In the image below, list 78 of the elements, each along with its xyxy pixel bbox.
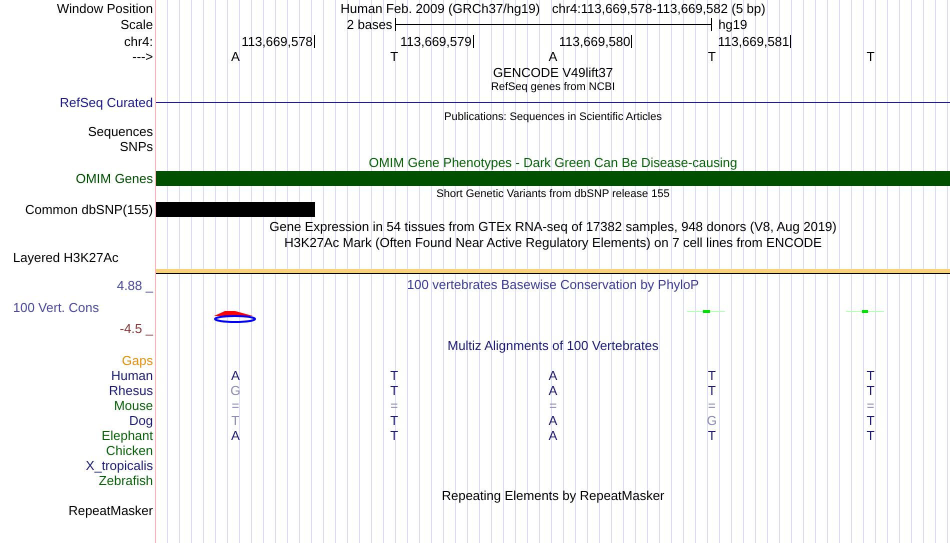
- track-label: Layered H3K27Ac: [12, 251, 119, 264]
- position-title: chr4:113,669,578-113,669,582 (5 bp): [552, 2, 766, 14]
- aligned-base: A: [548, 369, 558, 382]
- aligned-base: T: [708, 384, 716, 397]
- track-label: Scale: [120, 18, 154, 31]
- coordinate-label: 113,669,580: [559, 34, 630, 48]
- aligned-base: A: [231, 429, 240, 442]
- assembly-title: Human Feb. 2009 (GRCh37/hg19): [340, 2, 540, 14]
- conservation-peak-drawing: [213, 310, 258, 324]
- aligned-base: T: [866, 384, 875, 397]
- aligned-base: G: [706, 414, 717, 427]
- aligned-base: T: [390, 429, 398, 442]
- aligned-base: T: [866, 429, 875, 442]
- track-title: Publications: Sequences in Scientific Articles: [444, 112, 662, 122]
- track-title: 100 vertebrates Basewise Conservation by PhyloP: [407, 278, 699, 291]
- aligned-base: T: [390, 384, 398, 397]
- conservation-tick-drawing: [686, 310, 725, 313]
- aligned-base: T: [866, 414, 875, 427]
- track-label: Zebrafish: [98, 474, 154, 487]
- coordinate-label: 113,669,579: [400, 34, 472, 48]
- track-label: SNPs: [120, 140, 154, 153]
- conservation-tick-drawing: [846, 310, 884, 313]
- aligned-base: T: [708, 429, 716, 442]
- track-title: Short Genetic Variants from dbSNP release 155: [436, 188, 670, 200]
- ruler-tick: [790, 34, 792, 48]
- track-label: Sequences: [88, 125, 154, 138]
- aligned-base: A: [548, 429, 558, 442]
- track-title: OMIM Gene Phenotypes - Dark Green Can Be Disease-causing: [368, 156, 738, 168]
- scale-text: 2 bases: [346, 18, 392, 31]
- aligned-base: =: [549, 399, 557, 412]
- aligned-base: T: [708, 369, 716, 382]
- track-label: Common dbSNP(155): [25, 203, 154, 216]
- aligned-base: =: [390, 399, 398, 412]
- track-label: Elephant: [102, 429, 154, 442]
- axis-min-label: -4.5 _: [120, 322, 154, 335]
- track-label: RepeatMasker: [68, 504, 154, 517]
- database-label: hg19: [718, 18, 748, 31]
- ruler-tick: [314, 34, 315, 48]
- aligned-base: A: [231, 369, 240, 382]
- coordinate-label: 113,669,578: [241, 34, 313, 48]
- ruler-tick: [631, 34, 632, 48]
- coordinate-label: 113,669,581: [718, 34, 790, 48]
- ruler-tick: [472, 34, 474, 48]
- axis-max-label: 4.88 _: [116, 279, 154, 292]
- aligned-base: T: [390, 369, 398, 382]
- track-title: GENCODE V49lift37: [493, 66, 613, 78]
- base-letter: T: [866, 50, 875, 63]
- base-letter: T: [390, 50, 398, 63]
- base-letter: T: [708, 50, 716, 63]
- aligned-base: T: [866, 369, 875, 382]
- aligned-base: =: [708, 399, 716, 412]
- track-label: Dog: [129, 414, 154, 427]
- track-title: Repeating Elements by RepeatMasker: [442, 489, 664, 502]
- track-label: Window Position: [56, 2, 154, 14]
- track-title: H3K27Ac Mark (Often Found Near Active Regulatory Elements) on 7 cell lines from ENCODE: [284, 236, 822, 248]
- aligned-base: A: [548, 384, 558, 397]
- track-label: Chicken: [106, 444, 154, 457]
- base-letter: A: [548, 50, 558, 63]
- base-letter: A: [231, 50, 240, 63]
- aligned-base: =: [232, 399, 240, 412]
- aligned-base: =: [866, 399, 874, 412]
- aligned-base: A: [548, 414, 558, 427]
- aligned-base: G: [230, 384, 240, 397]
- track-label: OMIM Genes: [76, 172, 154, 185]
- track-label: Rhesus: [108, 384, 154, 397]
- track-label: 100 Vert. Cons: [12, 300, 99, 314]
- track-label: chr4:: [124, 34, 154, 48]
- track-label: Human: [111, 369, 154, 382]
- track-title: RefSeq genes from NCBI: [490, 82, 616, 92]
- track-title: Multiz Alignments of 100 Vertebrates: [447, 338, 658, 352]
- track-label: --->: [132, 50, 154, 63]
- aligned-base: T: [231, 414, 240, 427]
- track-label: Gaps: [122, 354, 154, 367]
- aligned-base: T: [390, 414, 398, 427]
- track-label: RefSeq Curated: [60, 96, 154, 108]
- track-label: X_tropicalis: [86, 459, 154, 472]
- track-label: Mouse: [114, 399, 154, 412]
- track-title: Gene Expression in 54 tissues from GTEx RNA-seq of 17382 samples, 948 donors (V8, Aug 2019): [269, 220, 837, 232]
